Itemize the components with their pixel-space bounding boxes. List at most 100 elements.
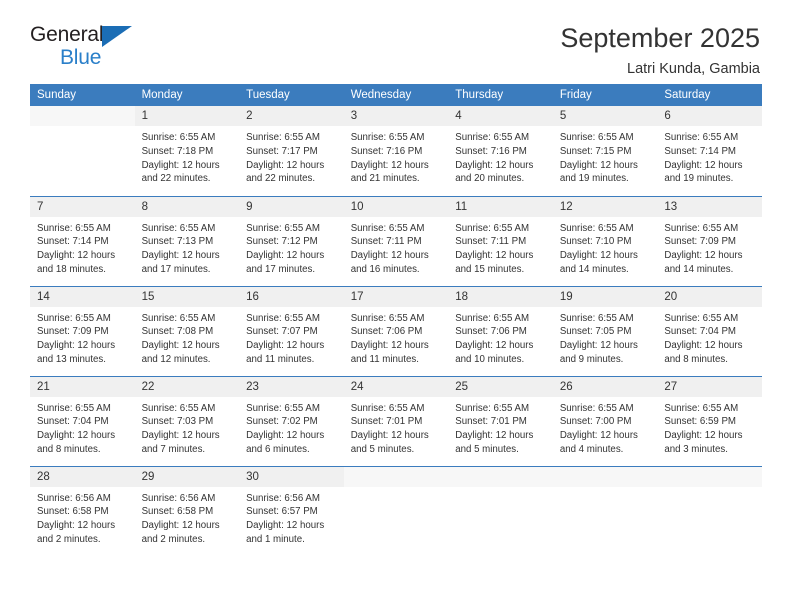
day-details: Sunrise: 6:55 AM Sunset: 7:11 PM Daylight:… — [344, 217, 449, 277]
daylight-text-line2: and 6 minutes. — [246, 443, 310, 455]
calendar-day-cell[interactable]: 15 Sunrise: 6:55 AM Sunset: 7:08 PM Dayligh… — [134, 285, 240, 376]
sunrise-text: Sunrise: 6:55 AM — [664, 132, 739, 143]
calendar-day-cell[interactable]: 4 Sunrise: 6:55 AM Sunset: 7:16 PM Daylight… — [448, 106, 553, 196]
day-number: 5 — [552, 106, 658, 126]
calendar-day-cell[interactable]: 10 Sunrise: 6:55 AM Sunset: 7:11 PM Dayligh… — [343, 195, 449, 286]
title-block: September 2025 Latri Kunda, Gambia — [560, 23, 762, 76]
daylight-text-line2: and 14 minutes. — [559, 263, 629, 275]
day-details: Sunrise: 6:55 AM Sunset: 7:04 PM Daylight:… — [30, 397, 135, 457]
calendar-day-cell[interactable]: 27 Sunrise: 6:55 AM Sunset: 6:59 PM Dayligh… — [657, 375, 762, 466]
daylight-text-line2: and 19 minutes. — [559, 173, 629, 185]
calendar-day-cell[interactable]: 6 Sunrise: 6:55 AM Sunset: 7:14 PM Daylight… — [657, 106, 762, 196]
daylight-text-line1: Daylight: 12 hours — [141, 520, 220, 532]
daylight-text-line1: Daylight: 12 hours — [559, 430, 638, 442]
daylight-text-line2: and 7 minutes. — [141, 443, 206, 455]
daylight-text-line2: and 17 minutes. — [141, 263, 211, 275]
day-details: Sunrise: 6:55 AM Sunset: 7:13 PM Daylight:… — [135, 217, 240, 277]
daylight-text-line2: and 11 minutes. — [350, 353, 419, 365]
sunset-text: Sunset: 7:10 PM — [559, 236, 632, 248]
calendar-day-cell[interactable]: 20 Sunrise: 6:55 AM Sunset: 7:04 PM Dayligh… — [657, 285, 762, 376]
calendar-day-cell[interactable]: 14 Sunrise: 6:55 AM Sunset: 7:09 PM Dayligh… — [30, 285, 135, 376]
day-details: Sunrise: 6:55 AM Sunset: 7:09 PM Daylight:… — [30, 307, 135, 367]
daylight-text-line1: Daylight: 12 hours — [455, 430, 534, 442]
day-details: Sunrise: 6:55 AM Sunset: 7:10 PM Daylight:… — [553, 217, 658, 277]
calendar-head: Sunday Monday Tuesday Wednesday Thursday… — [30, 84, 762, 106]
day-number: 18 — [448, 286, 553, 307]
weekday-header-tuesday: Tuesday — [239, 84, 344, 106]
calendar-day-cell[interactable]: 29 Sunrise: 6:56 AM Sunset: 6:58 PM Dayligh… — [134, 465, 240, 556]
sunrise-text: Sunrise: 6:55 AM — [455, 222, 530, 234]
day-number: 16 — [239, 286, 344, 307]
sunrise-text: Sunrise: 6:56 AM — [37, 492, 111, 504]
daylight-text-line1: Daylight: 12 hours — [559, 250, 638, 262]
daylight-text-line1: Daylight: 12 hours — [37, 520, 116, 532]
sunset-text: Sunset: 7:06 PM — [350, 326, 423, 338]
calendar-day-cell[interactable]: 30 Sunrise: 6:56 AM Sunset: 6:57 PM Dayligh… — [239, 465, 344, 556]
calendar-day-cell[interactable]: 13 Sunrise: 6:55 AM Sunset: 7:09 PM Dayligh… — [657, 195, 762, 286]
page-header: General Blue September 2025 Latri Kunda,… — [30, 0, 762, 76]
calendar-day-cell[interactable]: 26 Sunrise: 6:55 AM Sunset: 7:00 PM Dayligh… — [552, 375, 658, 466]
calendar-day-cell[interactable]: 3 Sunrise: 6:55 AM Sunset: 7:16 PM Daylight… — [343, 106, 449, 196]
calendar-day-cell[interactable]: 23 Sunrise: 6:55 AM Sunset: 7:02 PM Dayligh… — [239, 375, 344, 466]
calendar-day-cell[interactable]: 9 Sunrise: 6:55 AM Sunset: 7:12 PM Daylight… — [239, 195, 344, 286]
calendar-day-cell[interactable]: 17 Sunrise: 6:55 AM Sunset: 7:06 PM Dayligh… — [343, 285, 449, 376]
calendar-day-cell[interactable]: 28 Sunrise: 6:56 AM Sunset: 6:58 PM Dayligh… — [30, 465, 135, 556]
weekday-header-saturday: Saturday — [657, 84, 762, 106]
calendar-day-cell[interactable]: 8 Sunrise: 6:55 AM Sunset: 7:13 PM Daylight… — [134, 195, 240, 286]
calendar-day-cell[interactable]: 21 Sunrise: 6:55 AM Sunset: 7:04 PM Dayligh… — [30, 375, 135, 466]
day-number: 7 — [30, 196, 135, 217]
day-number: 1 — [134, 106, 240, 126]
daylight-text-line1: Daylight: 12 hours — [559, 159, 638, 171]
calendar-day-cell[interactable]: 12 Sunrise: 6:55 AM Sunset: 7:10 PM Dayligh… — [552, 195, 658, 286]
sunrise-text: Sunrise: 6:55 AM — [141, 402, 216, 414]
day-details: Sunrise: 6:55 AM Sunset: 7:07 PM Daylight:… — [239, 307, 344, 367]
day-details: Sunrise: 6:55 AM Sunset: 7:05 PM Daylight:… — [553, 307, 658, 367]
day-number: 21 — [30, 376, 135, 397]
day-number: 6 — [657, 106, 762, 126]
calendar-day-cell[interactable]: 1 Sunrise: 6:55 AM Sunset: 7:18 PM Daylight… — [134, 106, 240, 196]
sunset-text: Sunset: 6:58 PM — [37, 506, 109, 518]
daylight-text-line2: and 22 minutes. — [246, 173, 316, 185]
sunrise-text: Sunrise: 6:55 AM — [350, 222, 425, 234]
sunset-text: Sunset: 6:58 PM — [141, 506, 214, 518]
daylight-text-line2: and 11 minutes. — [246, 353, 315, 365]
sunrise-text: Sunrise: 6:55 AM — [246, 402, 320, 414]
daylight-text-line1: Daylight: 12 hours — [664, 250, 743, 262]
daylight-text-line2: and 15 minutes. — [455, 263, 525, 275]
calendar-day-cell[interactable]: 7 Sunrise: 6:55 AM Sunset: 7:14 PM Daylight… — [30, 195, 135, 286]
sunrise-text: Sunrise: 6:55 AM — [350, 132, 425, 143]
logo-text-general: General — [30, 23, 104, 46]
daylight-text-line1: Daylight: 12 hours — [455, 340, 534, 352]
calendar-day-cell[interactable]: 22 Sunrise: 6:55 AM Sunset: 7:03 PM Dayligh… — [134, 375, 240, 466]
sunset-text: Sunset: 7:08 PM — [141, 326, 214, 338]
weekday-header-friday: Friday — [552, 84, 658, 106]
calendar-day-cell[interactable]: 24 Sunrise: 6:55 AM Sunset: 7:01 PM Dayligh… — [343, 375, 449, 466]
day-number: 3 — [343, 106, 449, 126]
daylight-text-line2: and 9 minutes. — [559, 353, 624, 365]
sunrise-text: Sunrise: 6:55 AM — [246, 222, 320, 234]
sunset-text: Sunset: 7:02 PM — [246, 416, 318, 428]
daylight-text-line1: Daylight: 12 hours — [350, 340, 429, 352]
calendar-day-cell[interactable]: 16 Sunrise: 6:55 AM Sunset: 7:07 PM Dayligh… — [239, 285, 344, 376]
calendar-day-cell[interactable]: 2 Sunrise: 6:55 AM Sunset: 7:17 PM Daylight… — [239, 106, 344, 196]
daylight-text-line2: and 5 minutes. — [455, 443, 519, 455]
calendar-day-cell[interactable]: 11 Sunrise: 6:55 AM Sunset: 7:11 PM Dayligh… — [448, 195, 553, 286]
calendar-day-cell-empty — [448, 465, 553, 556]
calendar-week-row: 21 Sunrise: 6:55 AM Sunset: 7:04 PM Dayligh… — [30, 375, 762, 466]
calendar-day-cell[interactable]: 5 Sunrise: 6:55 AM Sunset: 7:15 PM Daylight… — [552, 106, 658, 196]
calendar-day-cell-empty — [552, 465, 658, 556]
daylight-text-line2: and 14 minutes. — [664, 263, 734, 275]
day-number: 23 — [239, 376, 344, 397]
daylight-text-line2: and 16 minutes. — [350, 263, 420, 275]
calendar-week-row: 28 Sunrise: 6:56 AM Sunset: 6:58 PM Dayligh… — [30, 465, 762, 556]
calendar-day-cell[interactable]: 19 Sunrise: 6:55 AM Sunset: 7:05 PM Dayligh… — [552, 285, 658, 376]
day-number: 2 — [239, 106, 344, 126]
sunset-text: Sunset: 6:57 PM — [246, 506, 318, 518]
calendar-day-cell[interactable]: 18 Sunrise: 6:55 AM Sunset: 7:06 PM Dayligh… — [448, 285, 553, 376]
sunrise-text: Sunrise: 6:55 AM — [664, 222, 739, 234]
logo[interactable]: General Blue — [30, 24, 150, 72]
day-number: 14 — [30, 286, 135, 307]
calendar-day-cell[interactable]: 25 Sunrise: 6:55 AM Sunset: 7:01 PM Dayligh… — [448, 375, 553, 466]
day-number: 28 — [30, 466, 135, 487]
sunrise-text: Sunrise: 6:56 AM — [246, 492, 320, 504]
